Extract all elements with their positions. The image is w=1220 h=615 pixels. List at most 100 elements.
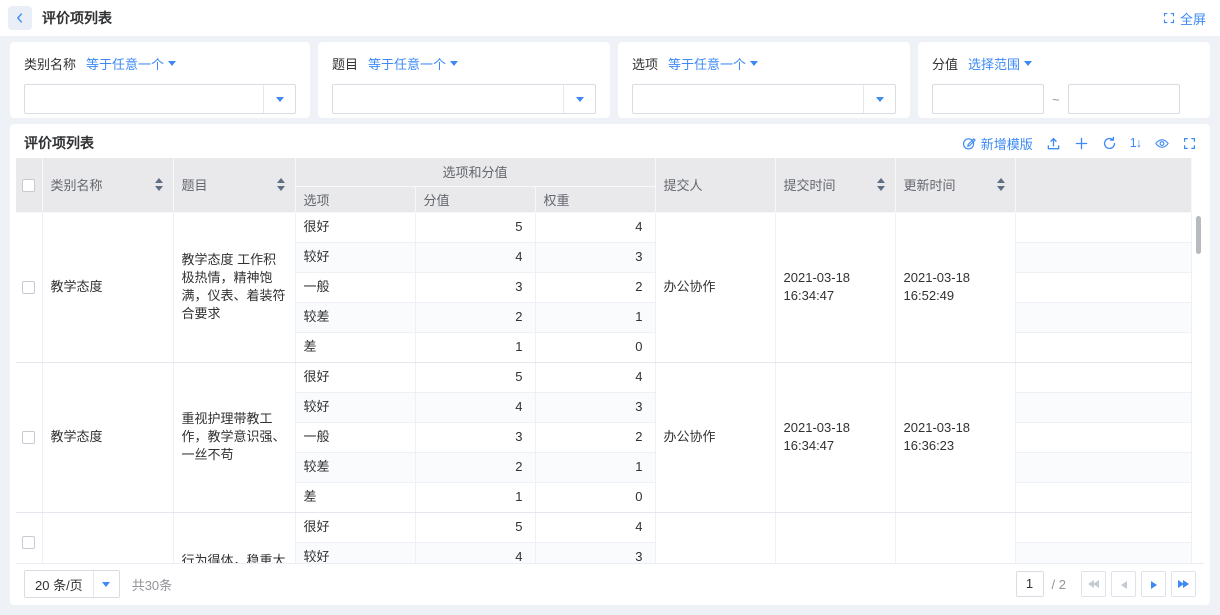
list-title: 评价项列表 [24, 133, 94, 153]
list-card: 评价项列表 新增模版 1↓ [10, 124, 1210, 605]
weight-cell: 0 [535, 482, 655, 512]
row-select-cell [16, 362, 42, 512]
last-page-button[interactable] [1171, 571, 1196, 597]
filter-category-select[interactable] [24, 84, 296, 114]
filter-bar: 类别名称 等于任意一个 题目 等于任意一个 选项 等于任意一个 [10, 42, 1210, 118]
table-row: 教学态度重视护理带教工作，教学意识强、一丝不苟很好54办公协作2021-03-1… [16, 362, 1192, 392]
weight-cell: 3 [535, 392, 655, 422]
filter-question-input[interactable] [333, 85, 563, 113]
filter-score-max-input[interactable] [1068, 84, 1180, 114]
total-pages: / 2 [1052, 577, 1066, 592]
weight-cell: 3 [535, 242, 655, 272]
category-cell: 教学态度 [42, 362, 173, 512]
option-cell: 很好 [295, 212, 415, 242]
row-checkbox[interactable] [22, 431, 35, 444]
column-visibility-icon[interactable] [1154, 136, 1170, 151]
back-button[interactable] [8, 6, 32, 30]
filter-option-operator[interactable]: 等于任意一个 [668, 54, 758, 73]
score-cell: 5 [415, 212, 535, 242]
add-icon[interactable] [1074, 136, 1089, 151]
caret-down-icon [750, 61, 758, 66]
filter-category-label: 类别名称 [24, 54, 76, 73]
filter-category-input[interactable] [25, 85, 263, 113]
weight-cell: 4 [535, 512, 655, 542]
table-toolbar: 新增模版 1↓ [962, 134, 1196, 153]
col-question[interactable]: 题目 [173, 158, 295, 212]
sort-icon[interactable] [277, 178, 287, 191]
range-separator: ~ [1052, 92, 1060, 107]
new-template-button[interactable]: 新增模版 [962, 134, 1033, 153]
top-bar: 评价项列表 全屏 [0, 0, 1220, 36]
option-cell: 较差 [295, 452, 415, 482]
page-title: 评价项列表 [42, 8, 112, 28]
vertical-scrollbar[interactable] [1196, 216, 1201, 254]
row-checkbox[interactable] [22, 281, 35, 294]
filter-question-operator[interactable]: 等于任意一个 [368, 54, 458, 73]
page-size-select[interactable]: 20 条/页 [24, 570, 120, 598]
weight-cell: 0 [535, 332, 655, 362]
filter-option-select[interactable] [632, 84, 896, 114]
empty-cell [1015, 482, 1191, 512]
row-checkbox[interactable] [22, 536, 35, 549]
filter-option: 选项 等于任意一个 [618, 42, 910, 118]
update-time-cell: 2021-03-18 16:52:49 [895, 212, 1015, 362]
fullscreen-icon [1163, 12, 1175, 24]
select-all-checkbox[interactable] [22, 179, 35, 192]
export-icon[interactable] [1046, 136, 1061, 151]
col-update-time[interactable]: 更新时间 [895, 158, 1015, 212]
question-cell: 重视护理带教工作，教学意识强、一丝不苟 [173, 362, 295, 512]
sort-icon[interactable] [877, 178, 887, 191]
sort-icon[interactable] [997, 178, 1007, 191]
filter-score-operator[interactable]: 选择范围 [968, 54, 1032, 73]
chevron-left-icon [13, 11, 27, 25]
table-container: 类别名称 题目 选项和分值 提交人 提交时间 更新时间 [16, 158, 1204, 563]
filter-question-label: 题目 [332, 54, 358, 73]
empty-cell [1015, 212, 1191, 242]
score-cell: 2 [415, 452, 535, 482]
pagination-bar: 20 条/页 共30条 1 / 2 [16, 563, 1204, 605]
score-cell: 4 [415, 542, 535, 563]
filter-category-operator[interactable]: 等于任意一个 [86, 54, 176, 73]
row-select-cell [16, 512, 42, 563]
table-fullscreen-icon[interactable] [1183, 137, 1196, 150]
col-actions [1015, 158, 1191, 212]
sort-icon[interactable] [155, 178, 165, 191]
double-chevron-left-icon [1088, 580, 1099, 588]
filter-question-caret[interactable] [563, 85, 595, 113]
refresh-icon[interactable] [1102, 136, 1117, 151]
filter-category-caret[interactable] [263, 85, 295, 113]
next-page-button[interactable] [1141, 571, 1166, 597]
filter-option-caret[interactable] [863, 85, 895, 113]
table-row: 教学态度教学态度 工作积极热情，精神饱满，仪表、着装符合要求很好54办公协作20… [16, 212, 1192, 242]
filter-category: 类别名称 等于任意一个 [10, 42, 310, 118]
option-cell: 较差 [295, 302, 415, 332]
option-cell: 很好 [295, 362, 415, 392]
weight-cell: 4 [535, 362, 655, 392]
filter-question: 题目 等于任意一个 [318, 42, 610, 118]
option-cell: 一般 [295, 422, 415, 452]
prev-page-button[interactable] [1111, 571, 1136, 597]
update-time-cell [895, 512, 1015, 563]
score-cell: 3 [415, 272, 535, 302]
filter-score-min-input[interactable] [932, 84, 1044, 114]
empty-cell [1015, 242, 1191, 272]
table-body: 教学态度教学态度 工作积极热情，精神饱满，仪表、着装符合要求很好54办公协作20… [16, 212, 1192, 563]
empty-cell [1015, 392, 1191, 422]
submitter-cell: 办公协作 [655, 362, 775, 512]
sort-order-icon[interactable]: 1↓ [1130, 136, 1141, 150]
col-category[interactable]: 类别名称 [42, 158, 173, 212]
category-cell [42, 512, 173, 563]
empty-cell [1015, 542, 1191, 563]
fullscreen-button[interactable]: 全屏 [1163, 9, 1206, 28]
filter-option-input[interactable] [633, 85, 863, 113]
category-cell: 教学态度 [42, 212, 173, 362]
col-submit-time[interactable]: 提交时间 [775, 158, 895, 212]
option-cell: 差 [295, 482, 415, 512]
page-size-caret[interactable] [93, 571, 119, 597]
select-all-cell [16, 158, 42, 212]
filter-question-select[interactable] [332, 84, 596, 114]
col-weight: 权重 [535, 186, 655, 212]
current-page-input[interactable]: 1 [1016, 571, 1044, 597]
weight-cell: 4 [535, 212, 655, 242]
first-page-button[interactable] [1081, 571, 1106, 597]
